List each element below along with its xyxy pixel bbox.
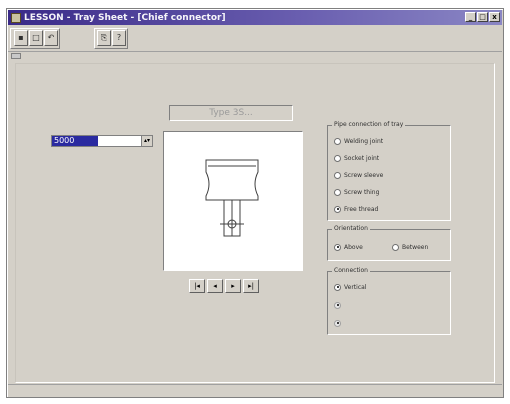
radio-icon[interactable]	[334, 137, 341, 145]
radio-icon[interactable]	[392, 243, 399, 251]
option-screw-sleeve[interactable]: Screw sleeve	[334, 170, 383, 180]
close-button[interactable]: x	[489, 12, 500, 22]
size-combo-value[interactable]: 5000	[52, 136, 98, 146]
connection-group: Connection Vertical	[327, 267, 451, 335]
pipe-fitting-drawing	[205, 159, 259, 237]
radio-icon[interactable]	[334, 283, 341, 291]
maximize-button[interactable]: □	[477, 12, 488, 22]
toolbar: ▪ □ ↶ ⎘ ?	[8, 26, 502, 52]
title-bar[interactable]: LESSON - Tray Sheet - [Chief connector] …	[8, 10, 502, 25]
option-vertical[interactable]: Vertical	[334, 282, 366, 292]
print-icon[interactable]: ▪	[14, 30, 28, 46]
app-window: LESSON - Tray Sheet - [Chief connector] …	[6, 8, 504, 398]
option-label: Above	[344, 243, 363, 251]
type-label: Type 3S...	[169, 105, 293, 121]
option-label: Screw sleeve	[344, 171, 384, 179]
child-window-icon[interactable]	[11, 53, 21, 59]
option-label: Socket joint	[344, 154, 380, 162]
back-icon[interactable]: ↶	[44, 30, 58, 46]
option-label: Between	[402, 243, 429, 251]
part-preview	[163, 131, 303, 271]
prev-button[interactable]: ◂	[207, 279, 223, 293]
radio-icon[interactable]	[334, 154, 341, 162]
help-icon[interactable]: ?	[112, 30, 126, 46]
minimize-button[interactable]: _	[465, 12, 476, 22]
option-socket-joint[interactable]: Socket joint	[334, 153, 379, 163]
next-button[interactable]: ▸	[225, 279, 241, 293]
last-button[interactable]: ▸|	[243, 279, 259, 293]
document-icon[interactable]: □	[29, 30, 43, 46]
option-label: Screw thing	[344, 188, 380, 196]
connector-group: Pipe connection of tray Welding joint So…	[327, 121, 451, 221]
copy-icon[interactable]: ⎘	[97, 30, 111, 46]
orientation-group: Orientation Above Between	[327, 225, 451, 261]
connector-group-title: Pipe connection of tray	[332, 121, 406, 128]
status-bar	[8, 384, 502, 396]
option-between[interactable]: Between	[392, 242, 428, 252]
option-label: Welding joint	[344, 137, 384, 145]
option-disabled-1	[334, 300, 344, 310]
orientation-group-title: Orientation	[332, 225, 370, 232]
radio-icon[interactable]	[334, 188, 341, 196]
radio-icon[interactable]	[334, 171, 341, 179]
option-free-thread[interactable]: Free thread	[334, 204, 378, 214]
option-screw-thing[interactable]: Screw thing	[334, 187, 379, 197]
option-welding-joint[interactable]: Welding joint	[334, 136, 383, 146]
window-controls: _ □ x	[465, 12, 500, 22]
app-icon	[11, 12, 21, 23]
option-label: Vertical	[344, 283, 367, 291]
record-navigation: |◂ ◂ ▸ ▸|	[189, 279, 259, 293]
connection-group-title: Connection	[332, 267, 370, 274]
option-disabled-2	[334, 318, 344, 328]
radio-icon[interactable]	[334, 243, 341, 251]
option-above[interactable]: Above	[334, 242, 363, 252]
window-title: LESSON - Tray Sheet - [Chief connector]	[24, 12, 226, 23]
radio-icon[interactable]	[334, 205, 341, 213]
first-button[interactable]: |◂	[189, 279, 205, 293]
size-combo[interactable]: 5000 ▴▾	[51, 135, 153, 147]
option-label: Free thread	[344, 205, 379, 213]
spin-icon[interactable]: ▴▾	[141, 136, 152, 146]
radio-icon	[334, 301, 341, 309]
radio-icon	[334, 319, 341, 327]
